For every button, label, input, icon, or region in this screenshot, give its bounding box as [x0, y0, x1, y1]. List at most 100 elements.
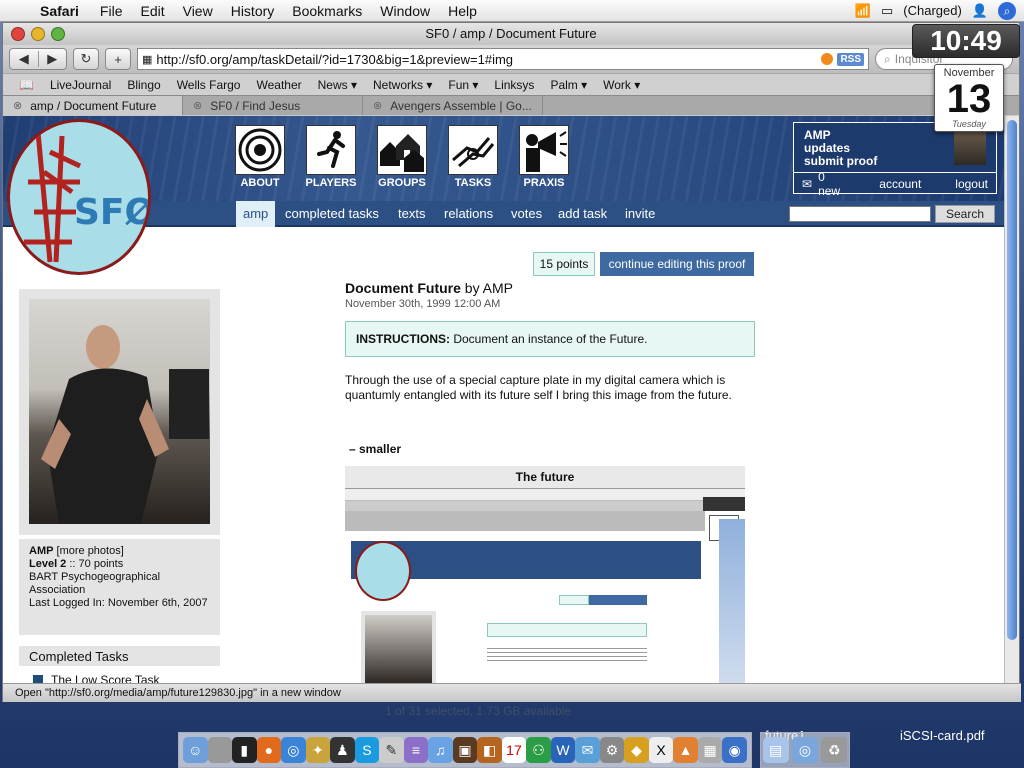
- user-icon[interactable]: 👤: [972, 3, 988, 19]
- bookmarks-book-icon[interactable]: 📖: [19, 78, 34, 92]
- battery-icon[interactable]: ▭: [881, 3, 893, 19]
- nav-about[interactable]: ABOUT: [225, 177, 295, 189]
- menu-file[interactable]: File: [91, 3, 132, 19]
- tasks-handshake-icon[interactable]: [448, 125, 498, 175]
- nav-relations[interactable]: relations: [437, 201, 500, 227]
- close-window-button[interactable]: [11, 27, 25, 41]
- task-author-link[interactable]: by AMP: [465, 280, 513, 296]
- reload-button[interactable]: ↻: [73, 48, 99, 70]
- bookmark-weather[interactable]: Weather: [256, 78, 301, 92]
- itunes-icon[interactable]: ♫: [428, 737, 453, 763]
- bookmark-news[interactable]: News ▾: [318, 78, 357, 92]
- nav-add-task[interactable]: add task: [551, 201, 614, 227]
- site-search-button[interactable]: Search: [935, 205, 995, 223]
- smaller-link[interactable]: – smaller: [349, 442, 401, 456]
- x11-icon[interactable]: X: [648, 737, 674, 763]
- word-icon[interactable]: W: [550, 737, 576, 763]
- battery-status[interactable]: (Charged): [903, 3, 962, 18]
- minimize-window-button[interactable]: [31, 27, 45, 41]
- add-bookmark-button[interactable]: +: [105, 48, 131, 70]
- menu-history[interactable]: History: [222, 3, 284, 19]
- profile-group-link[interactable]: BART Psychogeographical Association: [29, 571, 210, 597]
- mail-app-icon[interactable]: ✉: [575, 737, 600, 763]
- nav-completed-tasks[interactable]: completed tasks: [278, 201, 386, 227]
- app-menu[interactable]: Safari: [34, 3, 91, 19]
- caution-icon[interactable]: ◆: [624, 737, 649, 763]
- trash-icon[interactable]: ♻: [821, 737, 848, 763]
- nav-tasks[interactable]: TASKS: [438, 177, 508, 189]
- finder-icon[interactable]: ☺: [183, 737, 208, 763]
- spy-icon[interactable]: ♟: [330, 737, 355, 763]
- script-icon[interactable]: ≡: [403, 737, 429, 763]
- proof-image[interactable]: [345, 488, 745, 683]
- network-icon[interactable]: ⚇: [526, 737, 551, 763]
- menu-edit[interactable]: Edit: [131, 3, 173, 19]
- groups-houses-icon[interactable]: [377, 125, 427, 175]
- page-scrollbar[interactable]: [1004, 116, 1019, 683]
- app-icon[interactable]: ▦: [697, 737, 723, 763]
- submit-proof-link[interactable]: submit proof: [804, 155, 877, 168]
- photo-icon[interactable]: ▣: [452, 737, 478, 763]
- bookmark-work[interactable]: Work ▾: [603, 78, 640, 92]
- nav-texts[interactable]: texts: [391, 201, 432, 227]
- magic-wand-icon[interactable]: ✦: [305, 737, 331, 763]
- downloads-icon[interactable]: ◎: [791, 737, 818, 763]
- zoom-window-button[interactable]: [51, 27, 65, 41]
- clock-widget[interactable]: 10:49: [912, 24, 1020, 58]
- nav-players[interactable]: PLAYERS: [296, 177, 366, 189]
- bookmark-palm[interactable]: Palm ▾: [550, 78, 587, 92]
- ical-icon[interactable]: 17: [501, 737, 527, 763]
- close-tab-icon[interactable]: ⊗: [13, 99, 22, 112]
- nav-amp[interactable]: amp: [236, 201, 276, 227]
- utility-icon[interactable]: ⚙: [599, 737, 625, 763]
- new-messages-link[interactable]: 0 new: [818, 170, 847, 198]
- nav-groups[interactable]: GROUPS: [367, 177, 437, 189]
- spotlight-icon[interactable]: ⌕: [998, 1, 1016, 20]
- bookmark-linksys[interactable]: Linksys: [494, 78, 534, 92]
- profile-name[interactable]: AMP: [29, 545, 53, 557]
- about-target-icon[interactable]: [235, 125, 285, 175]
- snapback-icon[interactable]: [821, 53, 834, 65]
- folder-icon[interactable]: ▤: [762, 737, 789, 763]
- close-tab-icon[interactable]: ⊗: [193, 99, 202, 112]
- system-icon[interactable]: [207, 737, 233, 763]
- players-runner-icon[interactable]: [306, 125, 356, 175]
- wifi-icon[interactable]: 📶: [855, 3, 871, 19]
- avatar[interactable]: [954, 131, 986, 165]
- bookmark-blingo[interactable]: Blingo: [127, 78, 160, 92]
- bookmark-fun[interactable]: Fun ▾: [448, 78, 478, 92]
- tab-document-future[interactable]: ⊗ amp / Document Future: [3, 96, 183, 115]
- logout-link[interactable]: logout: [955, 177, 988, 191]
- menu-help[interactable]: Help: [439, 3, 486, 19]
- rss-button[interactable]: RSS: [837, 52, 864, 66]
- forward-button[interactable]: ▶: [39, 51, 67, 67]
- address-bar[interactable]: ▦ http://sf0.org/amp/taskDetail/?id=1730…: [137, 48, 869, 70]
- completed-task-item[interactable]: The Low Score Task: [33, 673, 160, 683]
- praxis-megaphone-icon[interactable]: [519, 125, 569, 175]
- menu-view[interactable]: View: [174, 3, 222, 19]
- firefox-icon[interactable]: ●: [256, 737, 282, 763]
- bookmark-networks[interactable]: Networks ▾: [373, 78, 432, 92]
- ichat-icon[interactable]: ◉: [722, 737, 747, 763]
- bookmark-livejournal[interactable]: LiveJournal: [50, 78, 111, 92]
- more-photos-link[interactable]: [more photos]: [57, 545, 124, 557]
- tab-avengers[interactable]: ⊗ Avengers Assemble | Go...: [363, 96, 543, 115]
- nav-votes[interactable]: votes: [504, 201, 549, 227]
- profile-photo[interactable]: [29, 299, 210, 524]
- skype-icon[interactable]: S: [354, 737, 380, 763]
- safari-icon[interactable]: ◎: [281, 737, 306, 763]
- account-link[interactable]: account: [879, 177, 921, 191]
- nav-invite[interactable]: invite: [618, 201, 662, 227]
- terminal-icon[interactable]: ▮: [232, 737, 257, 763]
- desktop-file[interactable]: iSCSI-card.pdf: [900, 728, 985, 743]
- continue-editing-button[interactable]: continue editing this proof: [600, 252, 754, 276]
- tab-find-jesus[interactable]: ⊗ SF0 / Find Jesus: [183, 96, 363, 115]
- nav-praxis[interactable]: PRAXIS: [509, 177, 579, 189]
- textedit-icon[interactable]: ✎: [379, 737, 404, 763]
- back-button[interactable]: ◀: [10, 51, 39, 67]
- vlc-icon[interactable]: ▲: [673, 737, 698, 763]
- preview-icon[interactable]: ◧: [477, 737, 502, 763]
- calendar-widget[interactable]: November 13 Tuesday: [934, 64, 1004, 132]
- bookmark-wells-fargo[interactable]: Wells Fargo: [177, 78, 241, 92]
- menu-window[interactable]: Window: [371, 3, 439, 19]
